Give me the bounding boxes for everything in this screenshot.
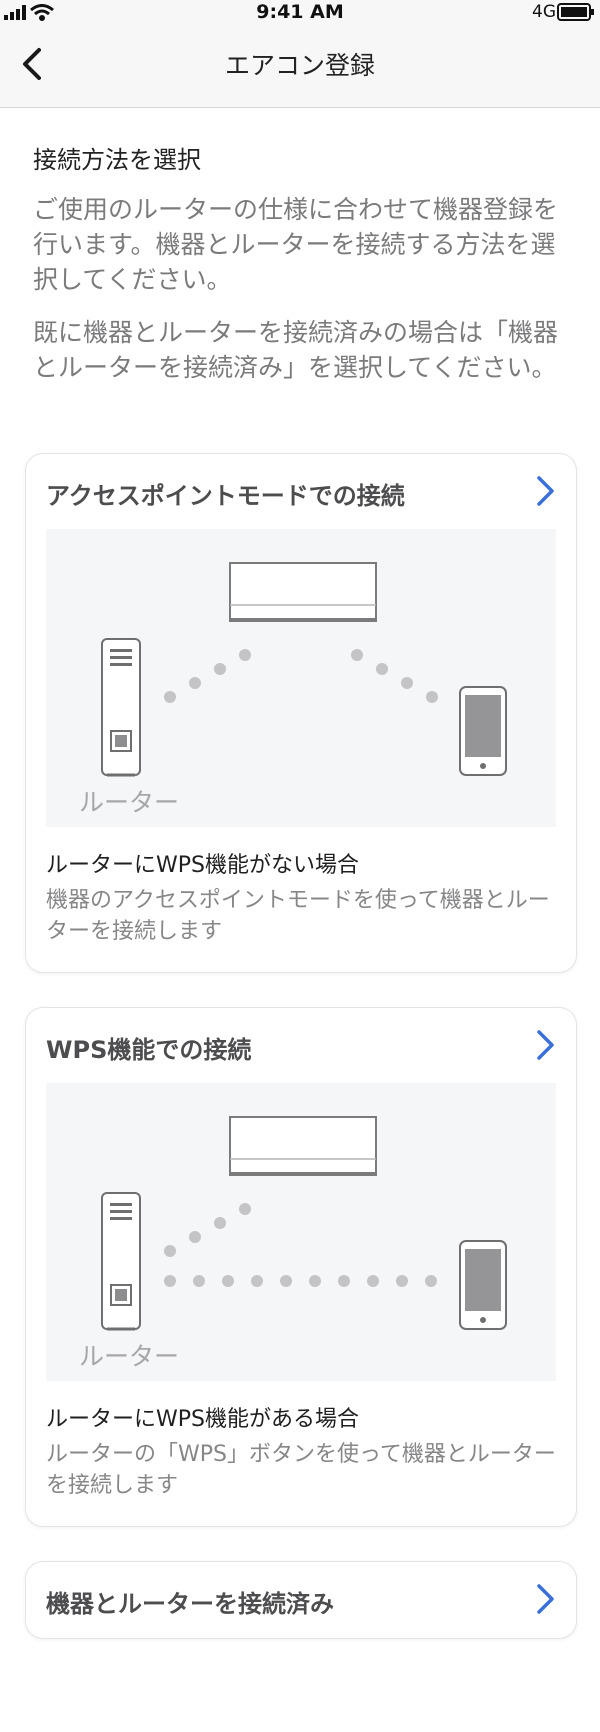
access-point-mode-option[interactable]: アクセスポイントモードでの接続 ルーター ルーターにWPS機能がない場合 機器の… xyxy=(25,453,577,973)
page-title: エアコン登録 xyxy=(224,51,375,80)
option-title: アクセスポイントモードでの接続 xyxy=(46,482,405,510)
chevron-right-icon xyxy=(537,476,554,506)
smartphone-icon xyxy=(459,1240,507,1330)
option-description: ルーターの「WPS」ボタンを使って機器とルーターを接続します xyxy=(46,1442,556,1498)
already-connected-option[interactable]: 機器とルーターを接続済み xyxy=(25,1561,577,1639)
option-description: 機器のアクセスポイントモードを使って機器とルーターを接続します xyxy=(46,888,550,944)
option-subtitle: ルーターにWPS機能がない場合 xyxy=(46,853,359,878)
access-point-illustration: ルーター xyxy=(46,529,556,827)
option-title: WPS機能での接続 xyxy=(46,1036,252,1064)
section-heading: 接続方法を選択 xyxy=(33,146,201,174)
connection-dots xyxy=(164,1203,437,1287)
battery-icon xyxy=(557,3,594,21)
router-icon xyxy=(101,638,141,777)
status-bar: 9:41 AM 4G xyxy=(0,0,600,24)
air-conditioner-icon xyxy=(229,1116,377,1176)
network-type: 4G xyxy=(532,2,556,22)
router-label: ルーター xyxy=(79,788,180,817)
intro-description: ご使用のルーターの仕様に合わせて機器登録を行います。機器とルーターを接続する方法… xyxy=(33,195,559,294)
smartphone-icon xyxy=(459,686,507,776)
router-icon xyxy=(101,1192,141,1331)
air-conditioner-icon xyxy=(229,562,377,622)
router-label: ルーター xyxy=(79,1342,180,1371)
chevron-right-icon xyxy=(537,1030,554,1060)
wps-option[interactable]: WPS機能での接続 ルーター ルーターにWPS機能がある場合 ルーターの「WPS… xyxy=(25,1007,577,1527)
wps-illustration: ルーター xyxy=(46,1083,556,1381)
status-time: 9:41 AM xyxy=(256,1,344,23)
intro-note: 既に機器とルーターを接続済みの場合は「機器とルーターを接続済み」を選択してくださ… xyxy=(33,318,559,382)
navigation-bar: エアコン登録 xyxy=(0,24,600,108)
option-title: 機器とルーターを接続済み xyxy=(46,1590,334,1618)
chevron-right-icon xyxy=(537,1584,554,1614)
connection-dots xyxy=(164,649,438,703)
option-subtitle: ルーターにWPS機能がある場合 xyxy=(46,1407,359,1432)
